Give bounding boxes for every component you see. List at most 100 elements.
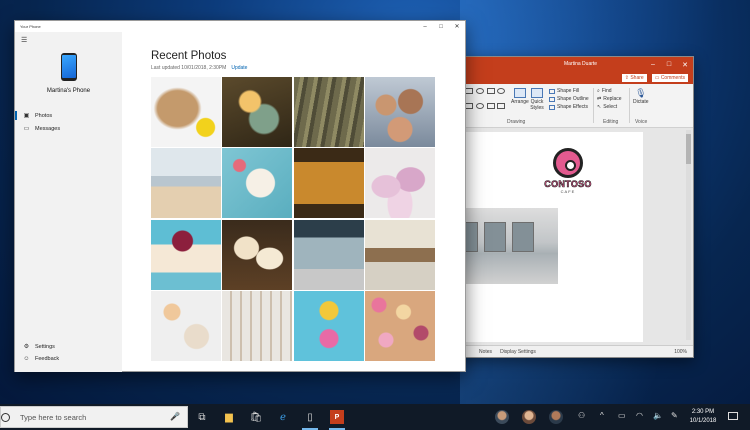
- select-button[interactable]: ↖ Select: [597, 104, 622, 110]
- shape-fill-icon: [549, 88, 555, 94]
- shape-arrow-icon[interactable]: [486, 102, 495, 109]
- photo-cafe-storefront[interactable]: [293, 219, 364, 290]
- photo-cafe-interior[interactable]: [364, 219, 435, 290]
- photo-donuts-on-blue[interactable]: [293, 290, 364, 361]
- photo-baking-utensils[interactable]: [222, 290, 293, 361]
- powerpoint-icon[interactable]: P: [330, 410, 344, 424]
- arrange-button[interactable]: Arrange: [511, 88, 529, 105]
- maximize-icon[interactable]: □: [433, 21, 449, 32]
- people-icon[interactable]: ⚇: [578, 411, 585, 420]
- photo-cupcakes[interactable]: [222, 219, 293, 290]
- page-title: Recent Photos: [151, 50, 227, 62]
- your-phone-window[interactable]: Your Phone – □ ✕ ☰ Martina's Phone ▣ Pho…: [14, 20, 466, 372]
- shape-rectangle-icon[interactable]: [486, 88, 495, 94]
- chevron-up-icon[interactable]: ^: [600, 411, 604, 420]
- your-phone-icon[interactable]: ▯: [303, 410, 317, 424]
- hamburger-menu-icon[interactable]: ☰: [21, 36, 27, 44]
- quick-styles-button[interactable]: Quick Styles: [529, 88, 545, 111]
- dictate-button[interactable]: 🎙 Dictate: [633, 88, 649, 105]
- photo-baking-flatlay[interactable]: [222, 148, 293, 219]
- powerpoint-window[interactable]: Martina Duarte – □ ✕ ⇪ Share ▭ Comments: [448, 56, 694, 358]
- cursor-icon: ↖: [597, 104, 602, 110]
- action-center-icon[interactable]: [728, 412, 738, 420]
- replace-icon: ⇄: [597, 96, 602, 102]
- arrange-icon: [513, 88, 526, 98]
- shapes-gallery[interactable]: [465, 88, 507, 116]
- scrollbar-thumb[interactable]: [686, 134, 691, 164]
- microphone-icon[interactable]: 🎤: [170, 412, 180, 421]
- battery-icon[interactable]: ▭: [618, 411, 626, 420]
- shape-oval-icon[interactable]: [475, 102, 484, 109]
- last-updated-text: Last updated 10/01/2018, 2:30PM: [151, 65, 227, 71]
- comment-icon: ▭: [654, 75, 660, 81]
- photo-tree-bark[interactable]: [293, 77, 364, 147]
- powerpoint-titlebar[interactable]: Martina Duarte – □ ✕: [449, 57, 693, 72]
- photo-bakery-sign[interactable]: [293, 148, 364, 219]
- people-avatar-1[interactable]: [495, 410, 509, 424]
- share-icon: ⇪: [624, 75, 629, 81]
- wifi-icon[interactable]: ◠: [636, 411, 643, 420]
- photo-pink-macarons[interactable]: [364, 148, 435, 219]
- sidebar-item-feedback[interactable]: ☺ Feedback: [15, 352, 122, 365]
- taskbar-clock[interactable]: 2:30 PM 10/1/2018: [688, 408, 718, 426]
- last-updated-row: Last updated 10/01/2018, 2:30PM Update: [151, 65, 247, 71]
- photo-berry-cheesecake[interactable]: [151, 219, 221, 290]
- notes-button[interactable]: Notes: [479, 349, 492, 355]
- quick-styles-icon: [531, 88, 543, 98]
- shape-callout-icon[interactable]: [497, 102, 506, 109]
- shape-effects-button[interactable]: Shape Effects: [549, 104, 589, 110]
- sidebar-item-messages[interactable]: ▭ Messages: [15, 122, 122, 135]
- file-explorer-icon[interactable]: ▆: [222, 410, 236, 424]
- sidebar-item-photos[interactable]: ▣ Photos: [15, 109, 122, 122]
- close-icon[interactable]: ✕: [449, 21, 465, 32]
- photo-succulents[interactable]: [222, 77, 293, 147]
- zoom-level[interactable]: 100%: [674, 349, 693, 355]
- minimize-icon[interactable]: –: [417, 21, 433, 32]
- photo-family-selfie[interactable]: [364, 77, 435, 147]
- sidebar: ☰ Martina's Phone ▣ Photos ▭ Messages ⚙ …: [15, 32, 122, 372]
- shape-fill-button[interactable]: Shape Fill: [549, 88, 589, 94]
- contoso-logo[interactable]: CONTOSO CAFE: [544, 148, 592, 194]
- shape-rectangle-icon[interactable]: [465, 88, 473, 94]
- share-button[interactable]: ⇪ Share: [620, 73, 648, 83]
- shape-triangle-icon[interactable]: [465, 102, 473, 109]
- donut-logo-icon: [553, 148, 583, 178]
- minimize-icon[interactable]: –: [645, 57, 661, 72]
- shape-outline-button[interactable]: Shape Outline: [549, 96, 589, 102]
- photo-beach-family[interactable]: [151, 148, 221, 219]
- group-label-drawing: Drawing: [507, 119, 526, 125]
- user-name: Martina Duarte: [564, 61, 598, 67]
- task-view-icon[interactable]: ⧉: [195, 410, 209, 424]
- microphone-icon: 🎙: [635, 88, 647, 98]
- pen-icon[interactable]: ✎: [671, 411, 678, 420]
- vertical-scrollbar[interactable]: [686, 130, 691, 340]
- search-placeholder: Type here to search: [20, 412, 87, 422]
- volume-icon[interactable]: 🔈: [653, 411, 663, 420]
- people-avatar-3[interactable]: [549, 410, 563, 424]
- phone-icon: [61, 53, 77, 81]
- replace-button[interactable]: ⇄ Replace: [597, 96, 622, 102]
- shape-effects-icon: [549, 104, 555, 110]
- comments-button[interactable]: ▭ Comments: [650, 73, 689, 83]
- cortana-icon[interactable]: [1, 412, 10, 422]
- update-link[interactable]: Update: [231, 65, 247, 71]
- taskbar-search[interactable]: Type here to search 🎤: [0, 406, 188, 428]
- photo-eggs-and-bowls[interactable]: [151, 290, 221, 361]
- shape-oval-icon[interactable]: [497, 88, 506, 94]
- store-icon[interactable]: 🛍: [249, 410, 263, 424]
- people-avatar-2[interactable]: [522, 410, 536, 424]
- window-title: Your Phone: [20, 24, 41, 29]
- taskbar: Type here to search 🎤 ⧉ ▆ 🛍 ℯ ▯ P ⚇ ^ ▭ …: [0, 404, 750, 430]
- shape-oval-icon[interactable]: [475, 88, 484, 94]
- close-icon[interactable]: ✕: [677, 57, 693, 72]
- edge-icon[interactable]: ℯ: [276, 410, 290, 424]
- photo-dog-with-ball[interactable]: [151, 77, 221, 147]
- group-label-voice: Voice: [635, 119, 648, 125]
- window-titlebar[interactable]: Your Phone – □ ✕: [15, 21, 465, 32]
- clock-time: 2:30 PM: [691, 409, 715, 415]
- display-settings-button[interactable]: Display Settings: [500, 349, 536, 355]
- find-button[interactable]: ⌕ Find: [597, 88, 622, 94]
- photo-donut-box[interactable]: [364, 290, 435, 361]
- feedback-icon: ☺: [23, 355, 30, 362]
- maximize-icon[interactable]: □: [661, 57, 677, 72]
